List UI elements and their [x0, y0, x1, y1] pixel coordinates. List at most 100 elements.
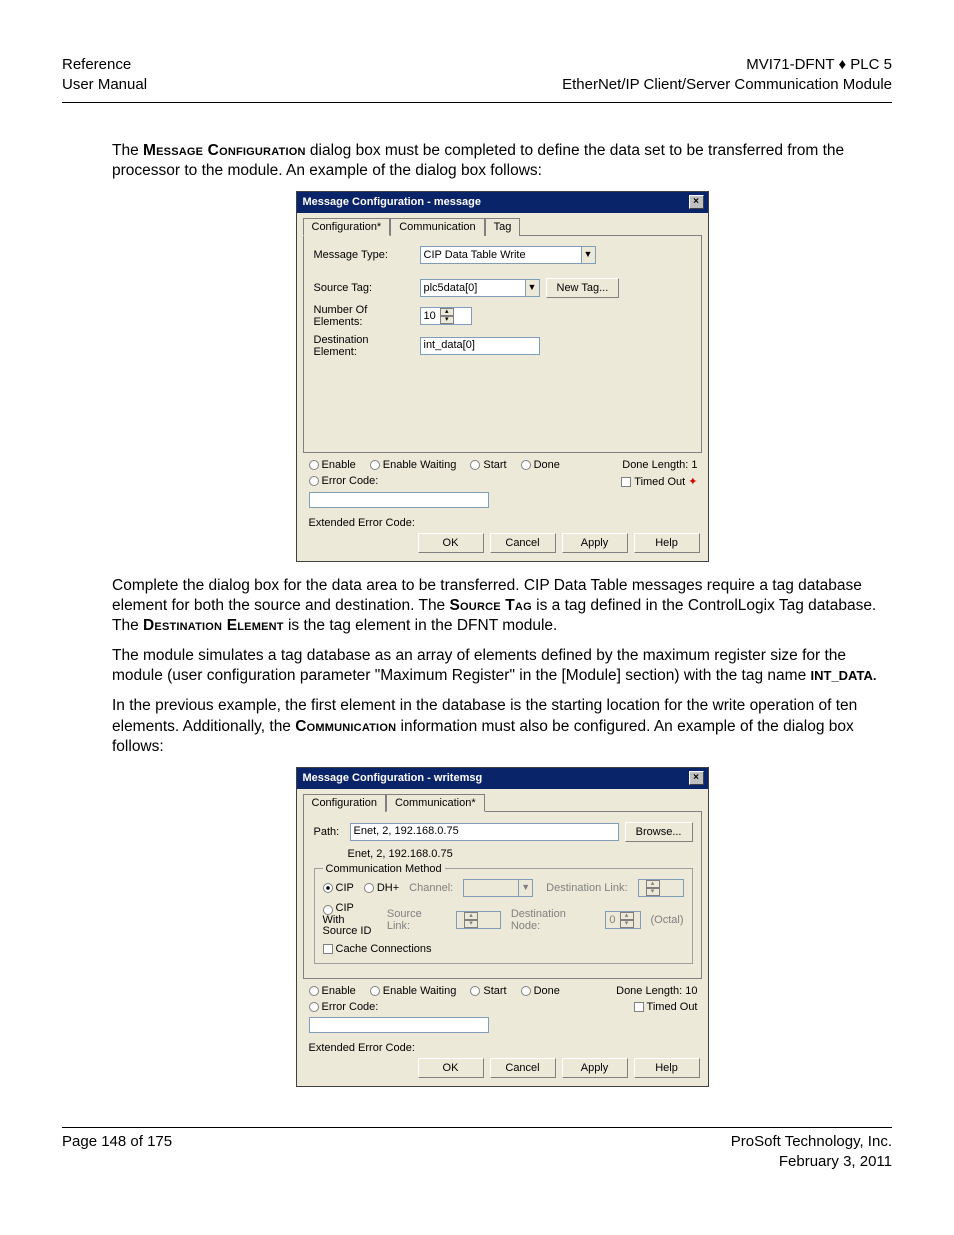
radio-icon — [521, 986, 531, 996]
header-left-1: Reference — [62, 55, 147, 75]
checkbox-icon — [323, 944, 333, 954]
num-elements-spinner[interactable]: 10 ▴▾ — [420, 307, 472, 325]
paragraph-3: The module simulates a tag database as a… — [112, 646, 892, 686]
dialog1-tabstrip: Configuration* Communication Tag — [297, 213, 708, 235]
radio-dhp[interactable]: DH+ — [364, 882, 399, 894]
new-tag-button[interactable]: New Tag... — [546, 278, 620, 298]
paragraph-4: In the previous example, the first eleme… — [112, 696, 892, 756]
message-configuration-term: Message Configuration — [143, 142, 306, 159]
tab-tag[interactable]: Tag — [485, 218, 521, 236]
header-right-1: MVI71-DFNT ♦ PLC 5 — [562, 55, 892, 75]
chevron-down-icon: ▼ — [525, 280, 539, 296]
radio-icon — [309, 986, 319, 996]
radio-icon — [323, 883, 333, 893]
source-link-spinner: ▴▾ — [456, 911, 501, 929]
extended-error-code-label: Extended Error Code: — [297, 511, 708, 529]
ok-button[interactable]: OK — [418, 533, 484, 553]
message-type-select[interactable]: CIP Data Table Write▼ — [420, 246, 596, 264]
checkbox-icon — [634, 1002, 644, 1012]
dialog1-titlebar[interactable]: Message Configuration - message × — [297, 192, 708, 213]
channel-select: ▼ — [463, 879, 533, 897]
radio-icon — [370, 460, 380, 470]
status-error-code: Error Code: — [309, 475, 379, 487]
dest-link-spinner: ▴▾ — [638, 879, 684, 897]
label-source-link: Source Link: — [387, 908, 446, 932]
path-input[interactable]: Enet, 2, 192.168.0.75 — [350, 823, 619, 841]
dest-node-spinner: 0▴▾ — [605, 911, 640, 929]
path-echo: Enet, 2, 192.168.0.75 — [314, 848, 693, 860]
ok-button[interactable]: OK — [418, 1058, 484, 1078]
header-right-2: EtherNet/IP Client/Server Communication … — [562, 75, 892, 95]
radio-icon — [470, 986, 480, 996]
dialog2-tabpane: Path: Enet, 2, 192.168.0.75 Browse... En… — [303, 811, 702, 979]
status-done: Done — [521, 459, 560, 471]
communication-term: Communication — [295, 718, 396, 735]
message-configuration-dialog-1: Message Configuration - message × Config… — [296, 191, 709, 562]
cancel-button[interactable]: Cancel — [490, 533, 556, 553]
browse-button[interactable]: Browse... — [625, 822, 693, 842]
status-done: Done — [521, 985, 560, 997]
status-enable: Enable — [309, 985, 356, 997]
radio-cip[interactable]: CIP — [323, 882, 354, 894]
tab-configuration[interactable]: Configuration* — [303, 218, 391, 236]
label-octal: (Octal) — [651, 914, 684, 926]
radio-icon — [309, 476, 319, 486]
status-start: Start — [470, 459, 506, 471]
help-button[interactable]: Help — [634, 1058, 700, 1078]
status-error-code: Error Code: — [309, 1001, 379, 1013]
paragraph-1: The Message Configuration dialog box mus… — [112, 141, 892, 181]
destination-element-input[interactable]: int_data[0] — [420, 337, 540, 355]
radio-cip-with-source-id[interactable]: CIP With Source ID — [323, 903, 377, 937]
tab-communication[interactable]: Communication* — [386, 794, 485, 812]
label-dest-link: Destination Link: — [546, 882, 627, 894]
cancel-button[interactable]: Cancel — [490, 1058, 556, 1078]
chevron-down-icon: ▼ — [581, 247, 595, 263]
label-path: Path: — [314, 826, 344, 838]
radio-icon — [364, 883, 374, 893]
done-length: Done Length: 10 — [616, 985, 697, 997]
source-tag-select[interactable]: plc5data[0]▼ — [420, 279, 540, 297]
radio-icon — [309, 460, 319, 470]
error-code-display — [309, 492, 489, 508]
dialog2-tabstrip: Configuration Communication* — [297, 789, 708, 811]
tab-communication[interactable]: Communication — [390, 218, 484, 236]
spinner-buttons[interactable]: ▴▾ — [440, 308, 454, 324]
checkbox-icon — [621, 477, 631, 487]
message-configuration-dialog-2: Message Configuration - writemsg × Confi… — [296, 767, 709, 1087]
dialog2-title: Message Configuration - writemsg — [303, 772, 483, 784]
dialog1-tabpane: Message Type: CIP Data Table Write▼ Sour… — [303, 235, 702, 453]
error-code-display — [309, 1017, 489, 1033]
footer-left: Page 148 of 175 — [62, 1132, 172, 1173]
done-length: Done Length: 1 — [622, 459, 697, 471]
footer-right-1: ProSoft Technology, Inc. — [731, 1132, 892, 1152]
status-enable-waiting: Enable Waiting — [370, 985, 457, 997]
label-message-type: Message Type: — [314, 249, 414, 261]
help-button[interactable]: Help — [634, 533, 700, 553]
page-footer: Page 148 of 175 ProSoft Technology, Inc.… — [62, 1127, 892, 1173]
header-left-2: User Manual — [62, 75, 147, 95]
status-enable: Enable — [309, 459, 356, 471]
label-source-tag: Source Tag: — [314, 282, 414, 294]
label-channel: Channel: — [409, 882, 453, 894]
tab-configuration[interactable]: Configuration — [303, 794, 386, 812]
close-icon[interactable]: × — [689, 771, 704, 785]
int-data-term: INT_DATA. — [811, 668, 877, 683]
status-timed-out: Timed Out — [634, 1001, 698, 1013]
status-start: Start — [470, 985, 506, 997]
dialog2-titlebar[interactable]: Message Configuration - writemsg × — [297, 768, 708, 789]
cache-connections-checkbox[interactable]: Cache Connections — [323, 943, 432, 955]
source-tag-term: Source Tag — [450, 597, 532, 614]
label-num-elements: Number Of Elements: — [314, 304, 414, 328]
paragraph-2: Complete the dialog box for the data are… — [112, 576, 892, 636]
status-enable-waiting: Enable Waiting — [370, 459, 457, 471]
dialog1-title: Message Configuration - message — [303, 196, 482, 208]
apply-button[interactable]: Apply — [562, 533, 628, 553]
apply-button[interactable]: Apply — [562, 1058, 628, 1078]
communication-method-group: Communication Method CIP DH+ Channel: ▼ … — [314, 868, 693, 964]
destination-element-term: Destination Element — [143, 617, 284, 634]
radio-icon — [309, 1002, 319, 1012]
status-timed-out: Timed Out ✦ — [621, 475, 697, 488]
radio-icon — [470, 460, 480, 470]
label-dest-node: Destination Node: — [511, 908, 596, 932]
close-icon[interactable]: × — [689, 195, 704, 209]
